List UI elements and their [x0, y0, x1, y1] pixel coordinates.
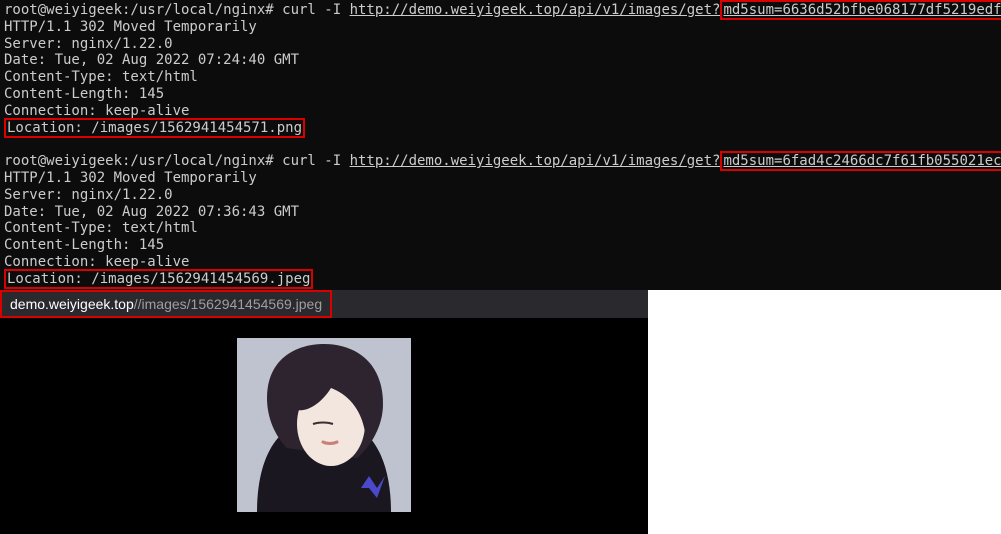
http-response-2: HTTP/1.1 302 Moved Temporarily Server: n…: [4, 170, 299, 270]
address-host: demo.weiyigeek.top: [10, 296, 134, 312]
terminal-output: root@weiyigeek:/usr/local/nginx# curl -I…: [0, 0, 1001, 290]
address-path: //images/1562941454569.jpeg: [134, 296, 322, 312]
http-response-1: HTTP/1.1 302 Moved Temporarily Server: n…: [4, 19, 299, 119]
md5-query-2: md5sum=6fad4c2466dc7f61fb055021ec65324d: [720, 151, 1001, 171]
address-bar-container: demo.weiyigeek.top//images/1562941454569…: [0, 290, 648, 319]
image-viewer-panel: [0, 318, 648, 534]
address-bar[interactable]: demo.weiyigeek.top//images/1562941454569…: [0, 290, 332, 319]
prompt-line-2: root@weiyigeek:/usr/local/nginx# curl -I…: [4, 151, 1001, 171]
curl-url-2: http://demo.weiyigeek.top/api/v1/images/…: [350, 153, 721, 169]
prompt-text: root@weiyigeek:/usr/local/nginx# curl -I: [4, 2, 350, 18]
prompt-text-2: root@weiyigeek:/usr/local/nginx# curl -I: [4, 153, 350, 169]
result-image: [237, 338, 411, 512]
prompt-line-1: root@weiyigeek:/usr/local/nginx# curl -I…: [4, 0, 1001, 20]
curl-url-1: http://demo.weiyigeek.top/api/v1/images/…: [350, 2, 721, 18]
location-header-1: Location: /images/1562941454571.png: [4, 118, 305, 138]
md5-query-1: md5sum=6636d52bfbe068177df5219edf4dd456: [720, 0, 1001, 20]
location-header-2: Location: /images/1562941454569.jpeg: [4, 269, 313, 289]
